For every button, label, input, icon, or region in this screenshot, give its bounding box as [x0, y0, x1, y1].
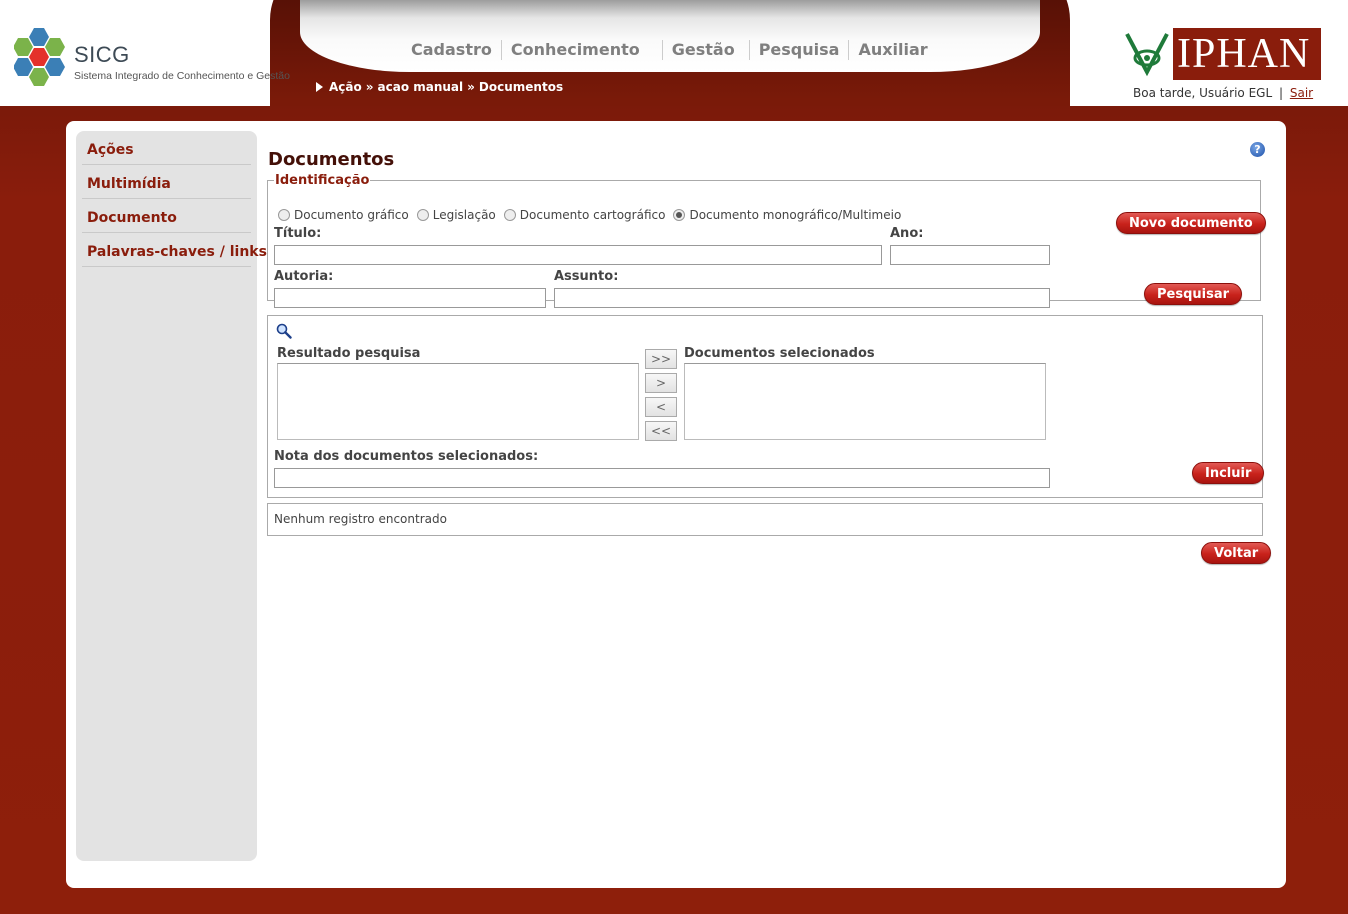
radio-documento-cartografico[interactable]: Documento cartográfico	[503, 208, 666, 222]
selection-box: Resultado pesquisa >> > < << Documentos …	[267, 315, 1265, 498]
autoria-input[interactable]	[274, 288, 546, 308]
voltar-button[interactable]: Voltar	[1201, 542, 1272, 564]
titulo-label: Título:	[274, 226, 322, 241]
documentos-selecionados-label: Documentos selecionados	[684, 346, 875, 361]
sidebar-item-palavras-chaves[interactable]: Palavras-chaves / links	[82, 233, 267, 267]
move-all-left-button[interactable]: <<	[645, 421, 677, 441]
novo-documento-button[interactable]: Novo documento	[1116, 212, 1266, 234]
user-greeting: Boa tarde, Usuário EGL | Sair	[1133, 86, 1313, 100]
results-box: Nenhum registro encontrado	[267, 503, 1263, 536]
radio-label: Documento cartográfico	[519, 208, 666, 222]
iphan-logo-text: IPHAN	[1177, 31, 1311, 77]
nav-conhecimento[interactable]: Conhecimento	[500, 40, 662, 60]
resultado-pesquisa-list[interactable]	[277, 363, 639, 440]
radio-label: Documento monográfico/Multimeio	[689, 208, 902, 222]
incluir-button[interactable]: Incluir	[1192, 462, 1265, 484]
app-subtitle: Sistema Integrado de Conhecimento e Gest…	[74, 70, 290, 82]
move-left-button[interactable]: <	[645, 397, 677, 417]
greeting-separator: |	[1278, 86, 1284, 100]
radio-documento-monografico[interactable]: Documento monográfico/Multimeio	[673, 208, 901, 222]
documentos-selecionados-list[interactable]	[684, 363, 1046, 440]
nav-gestao[interactable]: Gestão	[661, 40, 749, 60]
identificacao-legend: Identificação	[275, 173, 370, 188]
assunto-label: Assunto:	[554, 269, 619, 284]
radio-icon	[416, 209, 429, 221]
nav-pesquisa[interactable]: Pesquisa	[748, 40, 849, 60]
radio-icon	[278, 209, 290, 221]
nav-cadastro[interactable]: Cadastro	[402, 40, 501, 60]
move-all-right-button[interactable]: >>	[645, 349, 677, 369]
breadcrumb-separator: »	[365, 80, 374, 94]
no-records-text: Nenhum registro encontrado	[274, 512, 447, 526]
document-type-radios: Documento gráfico Legislação Documento c…	[278, 208, 909, 222]
breadcrumb-item[interactable]: Ação	[329, 80, 362, 94]
radio-label: Documento gráfico	[294, 208, 409, 222]
iphan-emblem-icon	[1121, 28, 1173, 80]
page-title: Documentos	[268, 149, 395, 170]
radio-legislacao[interactable]: Legislação	[416, 208, 496, 222]
greeting-text: Boa tarde, Usuário EGL	[1133, 86, 1273, 100]
hexagon-cluster-icon	[14, 28, 65, 86]
iphan-logo[interactable]: IPHAN	[1121, 28, 1321, 80]
breadcrumb-item[interactable]: acao manual	[378, 80, 464, 94]
magnifier-icon[interactable]	[276, 323, 292, 339]
pesquisar-button[interactable]: Pesquisar	[1144, 283, 1243, 305]
nota-label: Nota dos documentos selecionados:	[274, 449, 539, 464]
breadcrumb-arrow-icon	[316, 82, 323, 92]
radio-icon	[503, 209, 516, 221]
move-right-button[interactable]: >	[645, 373, 677, 393]
app-name: SICG	[74, 42, 130, 67]
sidebar: Ações Multimídia Documento Palavras-chav…	[76, 131, 267, 861]
main-panel: Ações Multimídia Documento Palavras-chav…	[66, 121, 1286, 888]
assunto-input[interactable]	[554, 288, 1050, 308]
sicg-logo[interactable]: SICG Sistema Integrado de Conhecimento e…	[14, 26, 290, 86]
nota-input[interactable]	[274, 468, 1050, 488]
sidebar-item-multimidia[interactable]: Multimídia	[82, 165, 251, 199]
sidebar-item-acoes[interactable]: Ações	[82, 131, 251, 165]
breadcrumb-current: Documentos	[478, 80, 564, 94]
main-nav: Cadastro Conhecimento Gestão Pesquisa Au…	[402, 40, 937, 60]
radio-checked-icon	[673, 209, 686, 221]
breadcrumb-separator: »	[467, 80, 475, 94]
titulo-input[interactable]	[274, 245, 882, 265]
help-icon[interactable]: ?	[1250, 142, 1265, 157]
nav-auxiliar[interactable]: Auxiliar	[848, 40, 936, 60]
logout-link[interactable]: Sair	[1290, 86, 1313, 100]
resultado-pesquisa-label: Resultado pesquisa	[277, 346, 421, 361]
sidebar-item-documento[interactable]: Documento	[82, 199, 251, 233]
autoria-label: Autoria:	[274, 269, 334, 284]
ano-input[interactable]	[890, 245, 1050, 265]
radio-documento-grafico[interactable]: Documento gráfico	[278, 208, 409, 222]
radio-label: Legislação	[432, 208, 496, 222]
identificacao-fieldset: Identificação Documento gráfico Legislaç…	[267, 173, 1266, 308]
ano-label: Ano:	[890, 226, 924, 241]
breadcrumb: Ação » acao manual » Documentos	[316, 80, 563, 94]
header: SICG Sistema Integrado de Conhecimento e…	[0, 0, 1348, 106]
